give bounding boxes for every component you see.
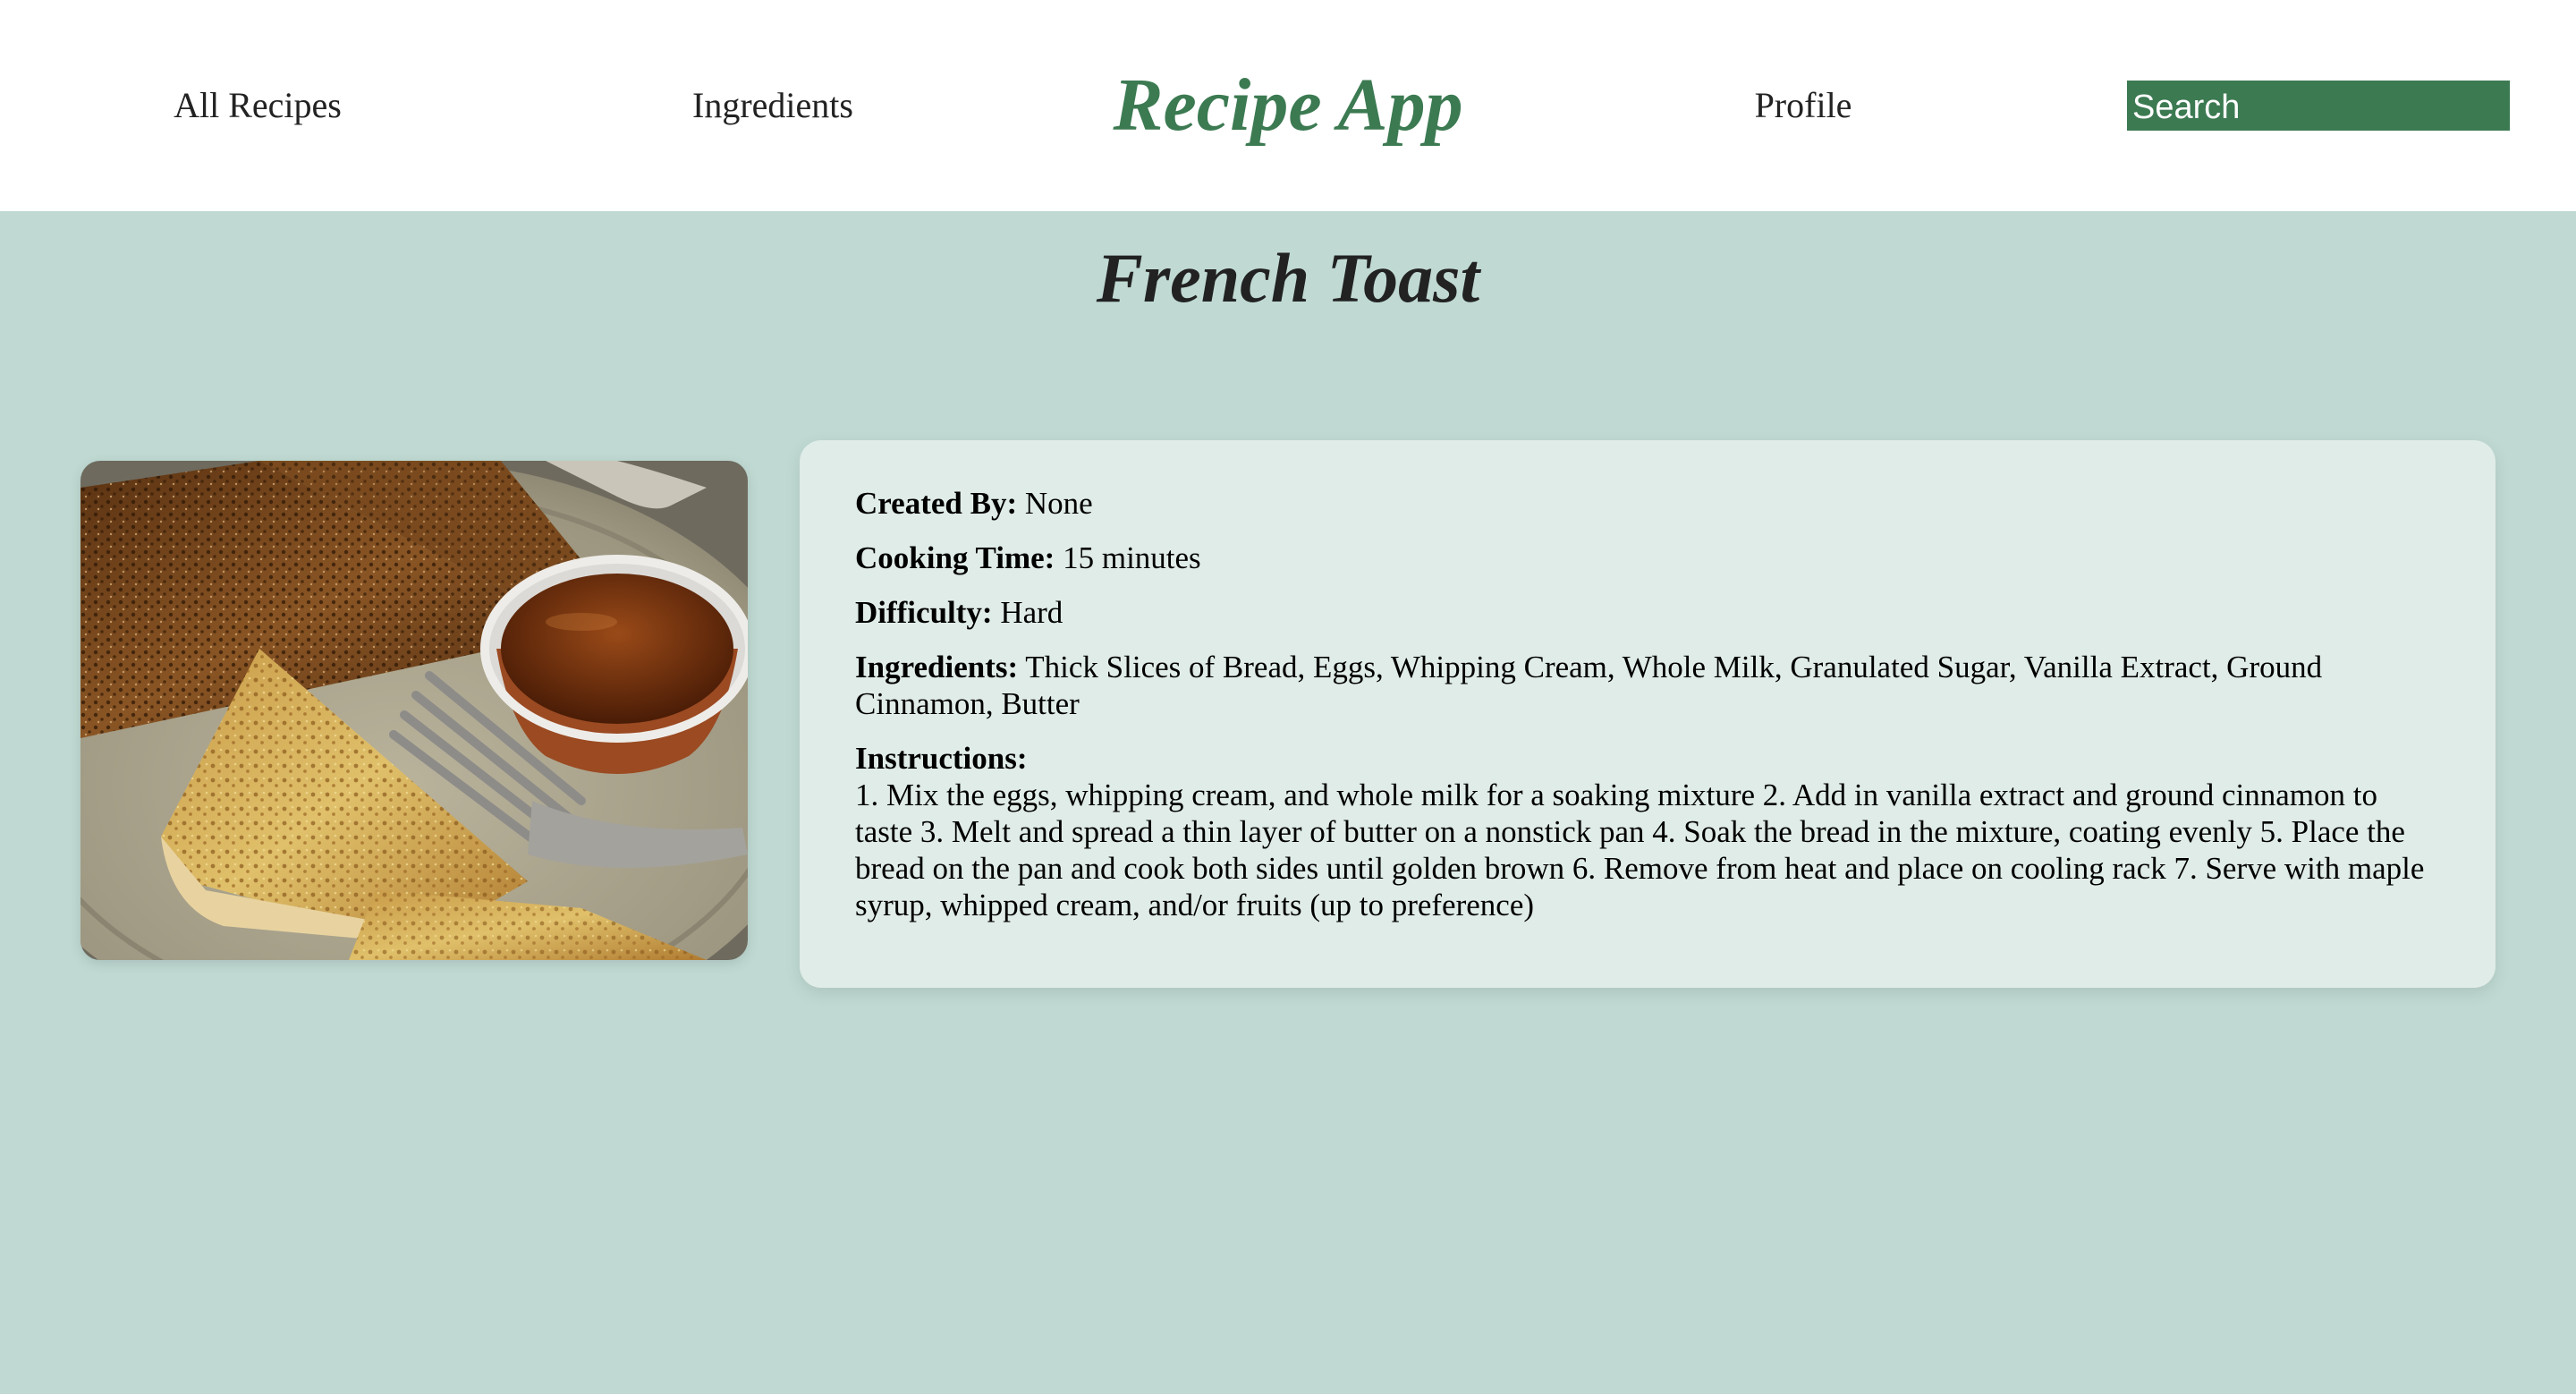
cooking-time-row: Cooking Time: 15 minutes (855, 540, 2440, 576)
instructions-row: Instructions: 1. Mix the eggs, whipping c… (855, 740, 2440, 923)
instructions-label: Instructions: (855, 741, 1028, 776)
difficulty-label: Difficulty: (855, 595, 993, 630)
search-input[interactable] (2127, 81, 2510, 131)
nav-link-all-recipes[interactable]: All Recipes (174, 0, 342, 211)
navbar: All Recipes Ingredients Recipe App Profi… (0, 0, 2576, 211)
ingredients-row: Ingredients: Thick Slices of Bread, Eggs… (855, 649, 2440, 722)
created-by-value: None (1024, 486, 1093, 521)
instructions-value: 1. Mix the eggs, whipping cream, and who… (855, 778, 2425, 922)
created-by-row: Created By: None (855, 485, 2440, 522)
recipe-photo (80, 461, 748, 960)
ingredients-value: Thick Slices of Bread, Eggs, Whipping Cr… (855, 650, 2323, 721)
recipe-details-card: Created By: None Cooking Time: 15 minute… (800, 440, 2496, 988)
difficulty-value: Hard (1000, 595, 1063, 630)
recipe-title: French Toast (1096, 239, 1480, 317)
nav-link-profile[interactable]: Profile (1755, 0, 1852, 211)
cooking-time-label: Cooking Time: (855, 540, 1055, 575)
difficulty-row: Difficulty: Hard (855, 594, 2440, 631)
nav-link-ingredients[interactable]: Ingredients (692, 0, 853, 211)
created-by-label: Created By: (855, 486, 1018, 521)
cooking-time-value: 15 minutes (1063, 540, 1201, 575)
app-logo[interactable]: Recipe App (1113, 0, 1462, 211)
ingredients-label: Ingredients: (855, 650, 1019, 684)
